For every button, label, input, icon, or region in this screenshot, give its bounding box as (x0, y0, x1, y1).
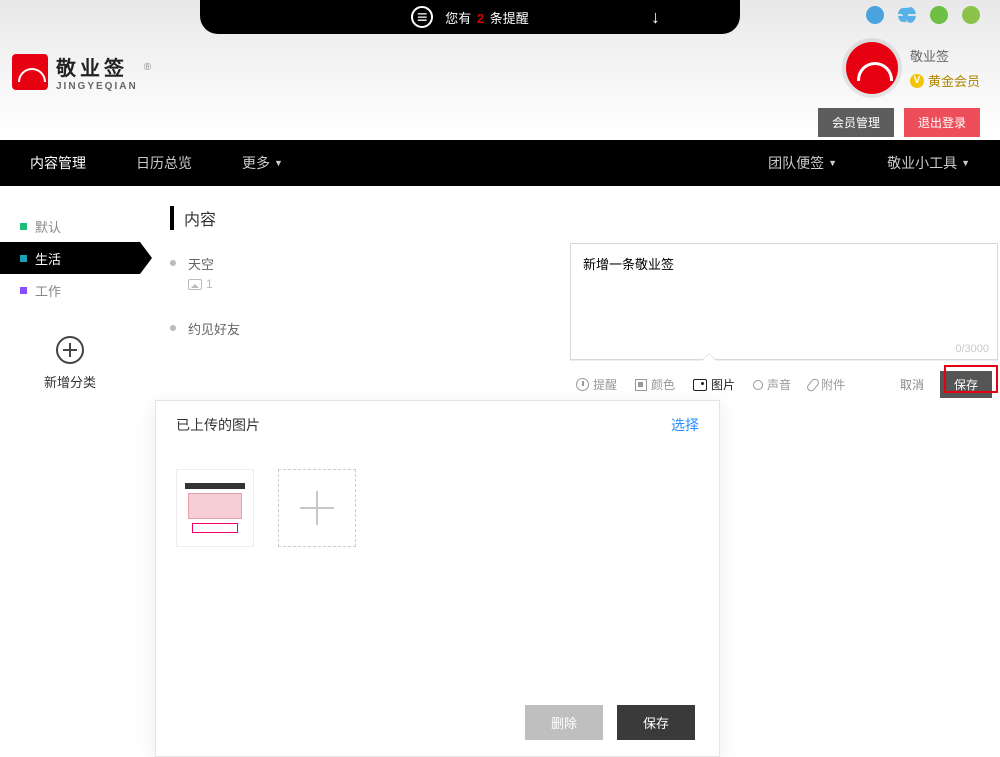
sound-icon (753, 380, 763, 390)
modal-select-button[interactable]: 选择 (671, 415, 699, 435)
add-category-label: 新增分类 (0, 372, 140, 391)
note-image-count: 1 (206, 277, 213, 291)
vip-badge: 黄金会员 (910, 71, 980, 90)
android-icon[interactable] (962, 6, 980, 24)
color-icon (635, 379, 647, 391)
header-buttons: 会员管理 退出登录 (818, 108, 980, 137)
dot-icon (20, 223, 27, 230)
nav-content[interactable]: 内容管理 (30, 153, 86, 173)
apple-icon[interactable] (930, 6, 948, 24)
bullet-icon (170, 325, 176, 331)
clock-icon (576, 378, 589, 391)
main-nav: 内容管理 日历总览 更多▼ 团队便签▼ 敬业小工具▼ (0, 140, 1000, 186)
add-category-button[interactable]: 新增分类 (0, 336, 140, 391)
nav-more[interactable]: 更多▼ (242, 153, 283, 173)
note-title: 天空 (188, 254, 214, 273)
tool-image[interactable]: 图片 (693, 376, 735, 393)
header-banner: ≡ 您有 2 条提醒 ↓ 敬业签 JINGYEQIAN ® 敬业签 黄金会员 会… (0, 0, 1000, 140)
arrow-down-icon[interactable]: ↓ (651, 7, 660, 28)
category-default[interactable]: 默认 (0, 210, 140, 242)
clip-icon (805, 377, 820, 393)
notify-pre: 您有 (445, 11, 471, 26)
upload-modal: 已上传的图片 选择 删除 保存 (155, 400, 720, 757)
user-block: 敬业签 黄金会员 (846, 42, 980, 94)
speech-icon: ≡ (411, 6, 433, 28)
char-counter: 0/3000 (571, 343, 997, 359)
tool-sound[interactable]: 声音 (753, 376, 791, 393)
notification-bar[interactable]: ≡ 您有 2 条提醒 ↓ (200, 0, 740, 34)
tool-color[interactable]: 颜色 (635, 376, 675, 393)
editor-panel: 0/3000 提醒 颜色 图片 声音 附件 取消 保存 (570, 243, 998, 408)
tool-attach[interactable]: 附件 (809, 376, 845, 393)
image-icon (693, 379, 707, 391)
nav-tools[interactable]: 敬业小工具▼ (887, 153, 970, 173)
caret-down-icon: ▼ (274, 158, 283, 168)
nav-team[interactable]: 团队便签▼ (768, 153, 837, 173)
modal-delete-button[interactable]: 删除 (525, 705, 603, 740)
user-name: 敬业签 (910, 46, 980, 65)
uploaded-image-thumb[interactable] (176, 469, 254, 547)
member-manage-button[interactable]: 会员管理 (818, 108, 894, 137)
dot-icon (20, 287, 27, 294)
sidebar: 默认 生活 工作 新增分类 (0, 186, 140, 754)
dot-icon (20, 255, 27, 262)
notify-post: 条提醒 (490, 11, 529, 26)
windows-icon[interactable] (898, 6, 916, 24)
caret-down-icon: ▼ (961, 158, 970, 168)
notify-count: 2 (475, 11, 486, 26)
plus-icon (56, 336, 84, 364)
logo-mark-icon (12, 54, 48, 90)
avatar[interactable] (846, 42, 898, 94)
brand-name-cn: 敬业签 (56, 52, 138, 81)
add-image-button[interactable] (278, 469, 356, 547)
platform-icons (866, 6, 980, 24)
logout-button[interactable]: 退出登录 (904, 108, 980, 137)
image-icon (188, 279, 202, 290)
editor-cancel-button[interactable]: 取消 (890, 372, 934, 397)
caret-down-icon: ▼ (828, 158, 837, 168)
logo[interactable]: 敬业签 JINGYEQIAN ® (12, 52, 151, 92)
note-title: 约见好友 (188, 319, 240, 338)
brand-name-en: JINGYEQIAN (56, 81, 138, 92)
category-life[interactable]: 生活 (0, 242, 140, 274)
arrow-up-icon (702, 354, 716, 361)
nav-calendar[interactable]: 日历总览 (136, 153, 192, 173)
section-title: 内容 (170, 206, 1000, 230)
registered-icon: ® (144, 62, 151, 73)
editor-save-button[interactable]: 保存 (940, 371, 992, 398)
category-work[interactable]: 工作 (0, 274, 140, 306)
modal-title: 已上传的图片 (176, 415, 260, 435)
modal-save-button[interactable]: 保存 (617, 705, 695, 740)
note-textarea[interactable] (571, 244, 997, 340)
tool-remind[interactable]: 提醒 (576, 376, 617, 393)
bullet-icon (170, 260, 176, 266)
ie-icon[interactable] (866, 6, 884, 24)
